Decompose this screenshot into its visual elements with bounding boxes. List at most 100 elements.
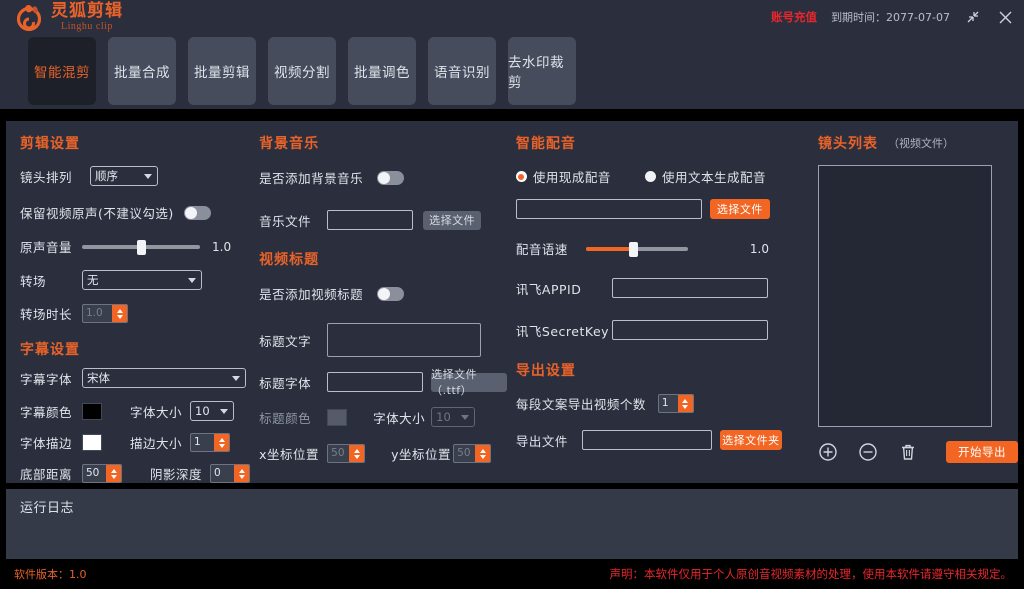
stepper-arrows-icon[interactable] (214, 434, 229, 451)
export-settings-title: 导出设置 (515, 363, 576, 379)
subtitle-font-select[interactable]: 宋体 (82, 368, 246, 388)
stepper-arrows-icon[interactable] (677, 395, 693, 412)
plus-circle-icon[interactable] (818, 442, 838, 462)
dubbing-export-column: 智能配音 使用现成配音 使用文本生成配音 选择文件 配音语速 1.0 讯飞APP… (510, 121, 800, 483)
subtitle-stroke-label: 字体描边 (20, 436, 73, 451)
transition-select[interactable]: 无 (82, 270, 202, 290)
subtitle-color-label: 字幕颜色 (20, 404, 73, 420)
footer-bar: 软件版本：1.0 声明：本软件仅用于个人原创音视频素材的处理，使用本软件请遵守相… (0, 559, 1024, 589)
stepper-arrows-icon[interactable] (112, 305, 127, 322)
stepper-arrows-icon[interactable] (475, 445, 491, 462)
tab-label: 视频分割 (274, 65, 330, 81)
close-icon[interactable] (996, 8, 1014, 26)
dubbing-speed-label: 配音语速 (515, 242, 568, 257)
video-title-enable-toggle[interactable] (377, 286, 405, 301)
radio-use-tts-dub[interactable]: 使用文本生成配音 (644, 167, 766, 186)
clip-settings-column: 剪辑设置 镜头排列 顺序 保留视频原声(不建议勾选) 原声音量 1.0 转场 无… (6, 121, 253, 483)
minus-circle-icon[interactable] (858, 442, 878, 462)
original-volume-value: 1.0 (212, 239, 232, 254)
application-window: 灵狐剪辑 Linghu clip 账号充值 到期时间：2077-07-07 智能… (0, 0, 1024, 589)
xunfei-secretkey-input[interactable] (611, 320, 768, 340)
divider (0, 109, 1024, 121)
tab-label: 语音识别 (434, 65, 490, 81)
export-file-input[interactable] (581, 430, 712, 450)
tab-batch-edit[interactable]: 批量剪辑 (188, 37, 256, 105)
shot-arrange-select[interactable]: 顺序 (90, 166, 158, 186)
start-export-button[interactable]: 开始导出 (946, 441, 1018, 463)
tab-label: 批量合成 (114, 65, 170, 81)
title-y-value: 50 (457, 447, 471, 459)
trash-icon[interactable] (898, 442, 918, 462)
xunfei-appid-input[interactable] (611, 278, 768, 298)
subtitle-stroke-color-swatch[interactable] (82, 434, 102, 451)
bgm-enable-toggle[interactable] (377, 170, 405, 185)
stroke-size-value: 1 (194, 436, 201, 448)
title-y-spinner[interactable]: 50 (453, 444, 492, 463)
dubbing-choose-file-button[interactable]: 选择文件 (709, 199, 770, 219)
videos-per-script-label: 每段文案导出视频个数 (515, 397, 646, 412)
shot-arrange-value: 顺序 (95, 169, 118, 183)
radio-use-existing-dub[interactable]: 使用现成配音 (515, 167, 611, 186)
title-color-swatch[interactable] (327, 408, 348, 426)
tab-smart-mix[interactable]: 智能混剪 (28, 37, 96, 105)
title-size-label: 字体大小 (373, 410, 426, 426)
shot-list-box[interactable] (818, 165, 992, 427)
stepper-arrows-icon[interactable] (234, 465, 249, 482)
title-text-input[interactable] (327, 323, 482, 357)
stepper-arrows-icon[interactable] (106, 465, 121, 482)
title-size-select[interactable]: 10 (431, 407, 476, 427)
transition-value: 无 (87, 273, 99, 287)
dubbing-file-input[interactable] (515, 199, 702, 219)
xunfei-appid-label: 讯飞APPID (515, 281, 582, 297)
main-panel: 剪辑设置 镜头排列 顺序 保留视频原声(不建议勾选) 原声音量 1.0 转场 无… (6, 121, 1018, 483)
videos-per-script-value: 1 (661, 397, 669, 409)
app-logo: 灵狐剪辑 Linghu clip (14, 2, 123, 32)
shadow-depth-value: 0 (214, 467, 221, 479)
subtitle-size-value: 10 (195, 404, 210, 418)
bottom-distance-spinner[interactable]: 50 (82, 464, 122, 483)
chevron-down-icon (140, 169, 155, 183)
subtitle-size-label: 字体大小 (130, 404, 183, 420)
title-choose-font-button[interactable]: 选择文件（.ttf） (431, 368, 508, 397)
xunfei-secretkey-label: 讯飞SecretKey (515, 323, 610, 339)
stroke-size-spinner[interactable]: 1 (190, 433, 230, 452)
run-log-panel[interactable]: 运行日志 (6, 489, 1018, 559)
tab-batch-merge[interactable]: 批量合成 (108, 37, 176, 105)
videos-per-script-spinner[interactable]: 1 (657, 394, 694, 413)
keep-original-audio-toggle[interactable] (183, 205, 211, 220)
minimize-icon[interactable] (964, 8, 982, 26)
bgm-file-input[interactable] (327, 210, 414, 230)
shot-list-title: 镜头列表 (818, 136, 878, 152)
shadow-depth-label: 阴影深度 (150, 467, 203, 482)
transition-duration-spinner[interactable]: 1.0 (82, 304, 128, 323)
clip-settings-title: 剪辑设置 (20, 136, 80, 152)
software-version-label: 软件版本：1.0 (14, 568, 87, 581)
title-x-label: x坐标位置 (259, 447, 320, 462)
bgm-choose-file-button[interactable]: 选择文件 (423, 210, 482, 230)
video-title-section-title: 视频标题 (259, 252, 320, 268)
tab-batch-color[interactable]: 批量调色 (348, 37, 416, 105)
stepper-arrows-icon[interactable] (349, 445, 365, 462)
fox-logo-icon (14, 2, 44, 32)
radio-use-tts-dub-label: 使用文本生成配音 (661, 170, 766, 185)
subtitle-color-swatch[interactable] (82, 402, 102, 420)
title-x-spinner[interactable]: 50 (327, 444, 366, 463)
tab-watermark-crop[interactable]: 去水印裁剪 (508, 37, 576, 105)
video-title-enable-label: 是否添加视频标题 (259, 287, 364, 302)
account-recharge-link[interactable]: 账号充值 (771, 9, 817, 25)
title-y-label: y坐标位置 (391, 447, 452, 462)
tab-speech-recognition[interactable]: 语音识别 (428, 37, 496, 105)
title-font-input[interactable] (327, 372, 424, 392)
tab-video-split[interactable]: 视频分割 (268, 37, 336, 105)
export-choose-folder-button[interactable]: 选择文件夹 (719, 430, 782, 450)
subtitle-size-select[interactable]: 10 (190, 401, 234, 421)
bottom-distance-label: 底部距离 (20, 467, 73, 482)
dubbing-speed-value: 1.0 (749, 241, 770, 256)
title-text-label: 标题文字 (259, 333, 312, 349)
original-volume-slider[interactable] (82, 239, 200, 255)
app-subtitle: Linghu clip (61, 20, 113, 32)
tab-label: 批量调色 (354, 65, 410, 81)
chevron-down-icon (184, 273, 199, 287)
dubbing-speed-slider[interactable] (585, 241, 688, 257)
shadow-depth-spinner[interactable]: 0 (210, 464, 250, 483)
